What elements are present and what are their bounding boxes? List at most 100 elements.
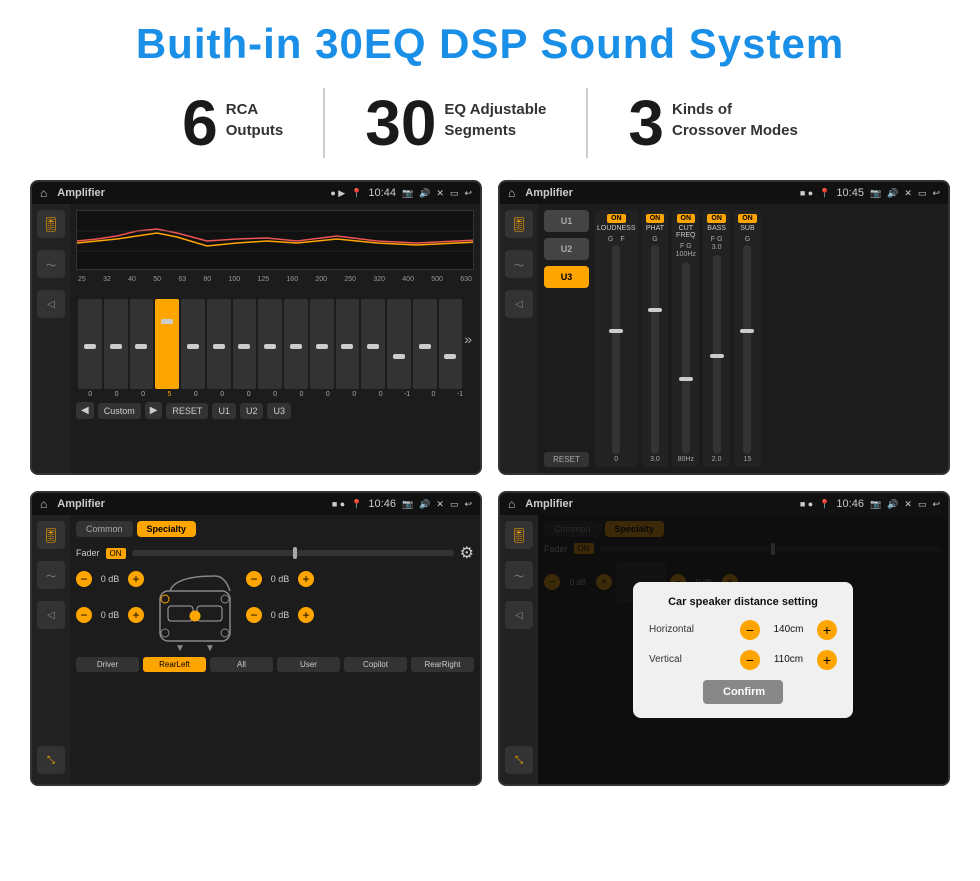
- eq-slider-1[interactable]: [78, 299, 102, 389]
- screenshots-grid: ⌂ Amplifier ● ▶ 📍 10:44 📷 🔊 ✕ ▭ ↩ 🎚 〜 ◁: [30, 180, 950, 786]
- common-tab[interactable]: Common: [76, 521, 133, 537]
- vertical-plus-btn[interactable]: +: [817, 650, 837, 670]
- driver-btn[interactable]: Driver: [76, 657, 139, 672]
- wave-icon-2[interactable]: 〜: [505, 250, 533, 278]
- db-rl-minus[interactable]: −: [76, 607, 92, 623]
- eq-slider-9[interactable]: [284, 299, 308, 389]
- eq-u3-btn[interactable]: U3: [267, 403, 291, 419]
- wave-icon[interactable]: 〜: [37, 250, 65, 278]
- back-icon-3[interactable]: ↩: [464, 499, 472, 510]
- phat-on[interactable]: ON: [646, 214, 665, 223]
- eq-slider-2[interactable]: [104, 299, 128, 389]
- rearleft-btn[interactable]: RearLeft: [143, 657, 206, 672]
- home-icon-4[interactable]: ⌂: [508, 497, 515, 511]
- expand-icon-4[interactable]: ⤡: [505, 746, 533, 774]
- eq-slider-13[interactable]: [387, 299, 411, 389]
- all-btn[interactable]: All: [210, 657, 273, 672]
- eq-slider-7[interactable]: [233, 299, 257, 389]
- eq-slider-10[interactable]: [310, 299, 334, 389]
- u3-preset-btn[interactable]: U3: [544, 266, 589, 288]
- phat-slider[interactable]: [651, 245, 659, 454]
- eq-icon-3[interactable]: 🎚: [37, 521, 65, 549]
- speaker-icon-2[interactable]: ◁: [505, 290, 533, 318]
- eq-slider-14[interactable]: [413, 299, 437, 389]
- reset-btn-2[interactable]: RESET: [544, 452, 589, 467]
- speaker-icon[interactable]: ◁: [37, 290, 65, 318]
- bass-slider[interactable]: [713, 255, 721, 454]
- stats-row: 6 RCAOutputs 30 EQ AdjustableSegments 3 …: [30, 88, 950, 158]
- left-db-controls: − 0 dB + − 0 dB +: [76, 571, 144, 623]
- eq-prev-btn[interactable]: ◀: [76, 402, 94, 419]
- screen-inner-3: 🎚 〜 ◁ ⤡ Common Specialty Fader ON: [32, 515, 480, 784]
- home-icon-2[interactable]: ⌂: [508, 186, 515, 200]
- eq-play-btn[interactable]: ▶: [145, 402, 163, 419]
- bass-on[interactable]: ON: [707, 214, 726, 223]
- eq-icon-2[interactable]: 🎚: [505, 210, 533, 238]
- speaker-icon-3[interactable]: ◁: [37, 601, 65, 629]
- user-btn[interactable]: User: [277, 657, 340, 672]
- db-rl-plus[interactable]: +: [128, 607, 144, 623]
- fader-tabs: Common Specialty: [76, 521, 474, 537]
- horizontal-minus-btn[interactable]: −: [740, 620, 760, 640]
- copilot-btn[interactable]: Copilot: [344, 657, 407, 672]
- eq-icon[interactable]: 🎚: [37, 210, 65, 238]
- rearright-btn[interactable]: RearRight: [411, 657, 474, 672]
- home-icon-3[interactable]: ⌂: [40, 497, 47, 511]
- db-rr-minus[interactable]: −: [246, 607, 262, 623]
- eq-icon-4[interactable]: 🎚: [505, 521, 533, 549]
- db-fr-minus[interactable]: −: [246, 571, 262, 587]
- back-icon-2[interactable]: ↩: [932, 188, 940, 199]
- eq-slider-4[interactable]: [155, 299, 179, 389]
- distance-dialog: Car speaker distance setting Horizontal …: [633, 582, 853, 718]
- volume-icon-3: 🔊: [419, 499, 430, 510]
- status-bar-1: ⌂ Amplifier ● ▶ 📍 10:44 📷 🔊 ✕ ▭ ↩: [32, 182, 480, 204]
- wave-icon-4[interactable]: 〜: [505, 561, 533, 589]
- eq-slider-8[interactable]: [258, 299, 282, 389]
- back-icon-4[interactable]: ↩: [932, 499, 940, 510]
- confirm-btn[interactable]: Confirm: [703, 680, 783, 704]
- stat-rca: 6 RCAOutputs: [142, 91, 323, 155]
- wave-icon-3[interactable]: 〜: [37, 561, 65, 589]
- speaker-icon-4[interactable]: ◁: [505, 601, 533, 629]
- eq-slider-15[interactable]: [439, 299, 463, 389]
- db-rr-plus[interactable]: +: [298, 607, 314, 623]
- db-fr-plus[interactable]: +: [298, 571, 314, 587]
- screen-inner-4: 🎚 〜 ◁ ⤡ Common Specialty: [500, 515, 948, 784]
- eq-slider-11[interactable]: [336, 299, 360, 389]
- sub-slider[interactable]: [743, 245, 751, 454]
- eq-slider-6[interactable]: [207, 299, 231, 389]
- eq-custom-btn[interactable]: Custom: [98, 403, 141, 419]
- expand-icon-3[interactable]: ⤡: [37, 746, 65, 774]
- fader-on-badge[interactable]: ON: [106, 548, 126, 559]
- loudness-on[interactable]: ON: [607, 214, 626, 223]
- db-row-fr: − 0 dB +: [246, 571, 314, 587]
- cutfreq-on[interactable]: ON: [677, 214, 696, 223]
- eq-slider-12[interactable]: [361, 299, 385, 389]
- dialog-overlay: Car speaker distance setting Horizontal …: [538, 515, 948, 784]
- sub-on[interactable]: ON: [738, 214, 757, 223]
- u2-preset-btn[interactable]: U2: [544, 238, 589, 260]
- status-dots-2: ■ ●: [800, 188, 813, 198]
- vertical-minus-btn[interactable]: −: [740, 650, 760, 670]
- home-icon[interactable]: ⌂: [40, 186, 47, 200]
- eq-slider-5[interactable]: [181, 299, 205, 389]
- horizontal-plus-btn[interactable]: +: [817, 620, 837, 640]
- eq-u1-btn[interactable]: U1: [212, 403, 236, 419]
- specialty-tab[interactable]: Specialty: [137, 521, 197, 537]
- dialog-background-content: Common Specialty Fader ON − 0 dB: [538, 515, 948, 784]
- db-fl-plus[interactable]: +: [128, 571, 144, 587]
- fader-slider[interactable]: [132, 550, 454, 556]
- back-icon[interactable]: ↩: [464, 188, 472, 199]
- settings-icon-3[interactable]: ⚙: [460, 543, 474, 563]
- cutfreq-slider[interactable]: [682, 262, 690, 454]
- horizontal-row: Horizontal − 140cm +: [649, 620, 837, 640]
- eq-u2-btn[interactable]: U2: [240, 403, 264, 419]
- camera-icon-2: 📷: [870, 188, 881, 199]
- u1-preset-btn[interactable]: U1: [544, 210, 589, 232]
- loudness-slider[interactable]: [612, 245, 620, 454]
- eq-reset-btn[interactable]: RESET: [166, 403, 208, 419]
- amp-channels: ON LOUDNESS GF 0: [595, 210, 761, 467]
- eq-slider-3[interactable]: [130, 299, 154, 389]
- app-name-2: Amplifier: [525, 187, 794, 199]
- db-fl-minus[interactable]: −: [76, 571, 92, 587]
